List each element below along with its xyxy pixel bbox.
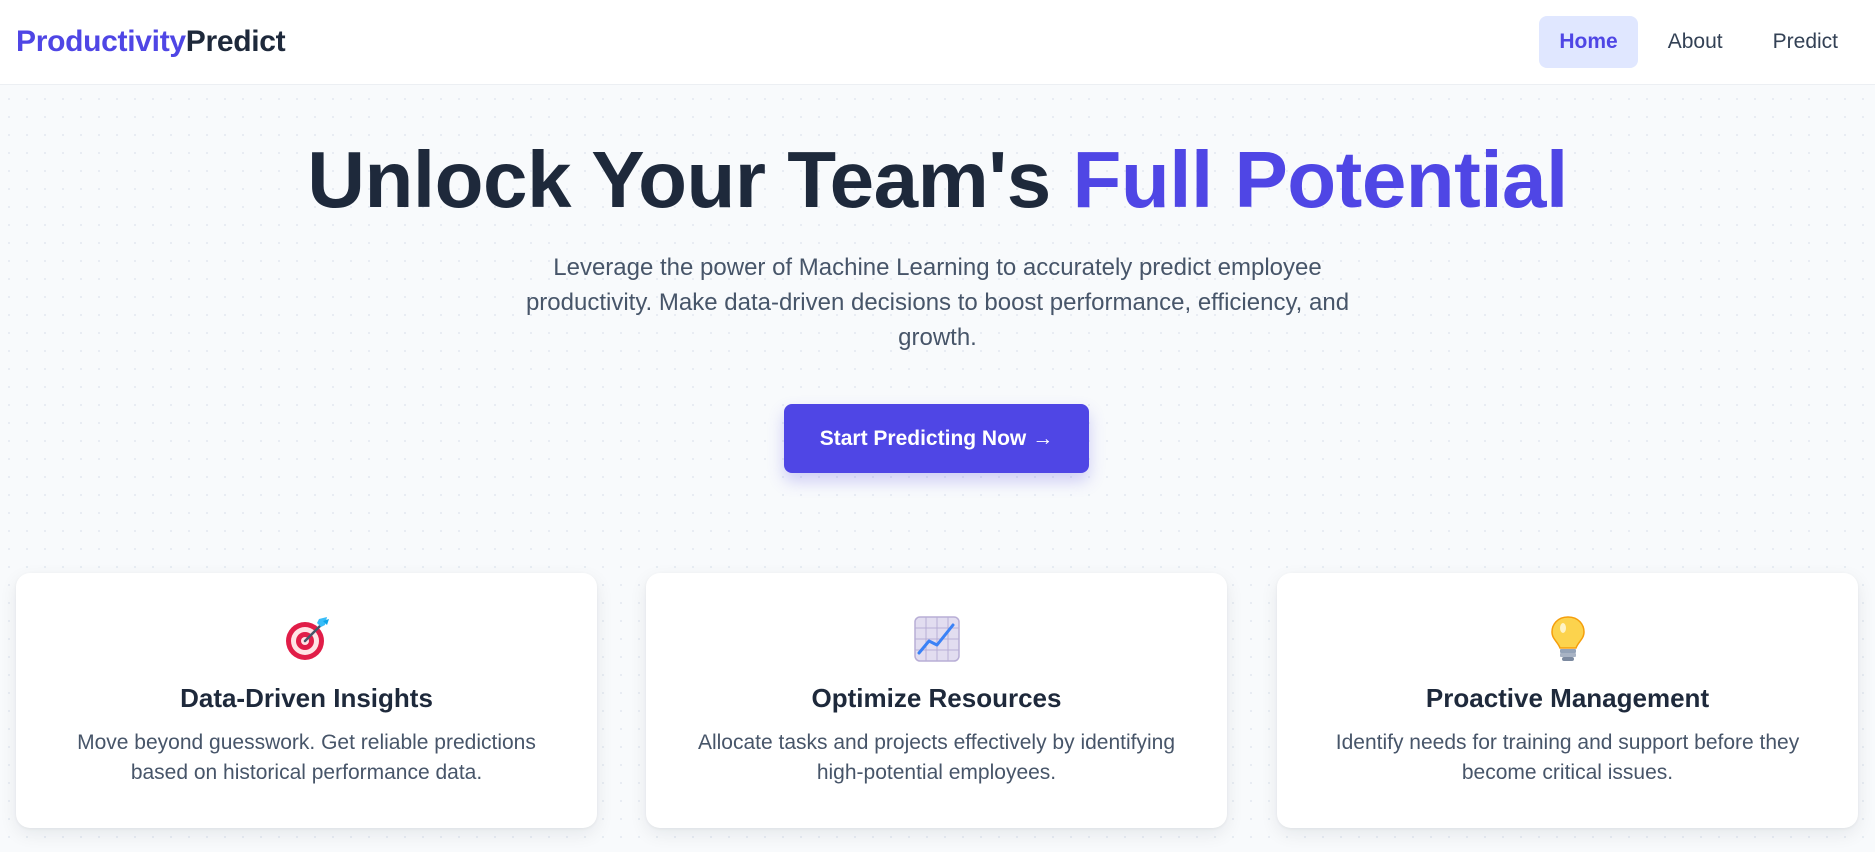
feature-description: Allocate tasks and projects effectively … (697, 731, 1176, 784)
feature-description: Identify needs for training and support … (1335, 731, 1800, 784)
cta-label: Start Predicting Now (819, 426, 1027, 450)
nav-links: Home About Predict (1539, 16, 1858, 68)
feature-card-data-driven-insights: Data-Driven Insights Move beyond guesswo… (16, 573, 597, 828)
target-icon (283, 615, 331, 663)
navbar: ProductivityPredict Home About Predict (0, 0, 1875, 85)
feature-description: Move beyond guesswork. Get reliable pred… (77, 731, 536, 784)
feature-title: Data-Driven Insights (180, 683, 433, 713)
hero-title-accent: Full Potential (1072, 135, 1569, 224)
logo[interactable]: ProductivityPredict (16, 25, 286, 59)
nav-link-about[interactable]: About (1648, 16, 1743, 68)
lightbulb-icon (1544, 615, 1592, 663)
logo-part-predict: Predict (185, 25, 286, 58)
hero-title: Unlock Your Team's Full Potential (0, 136, 1875, 224)
hero-title-main: Unlock Your Team's (307, 135, 1051, 224)
hero-subtitle: Leverage the power of Machine Learning t… (525, 254, 1350, 351)
nav-link-predict[interactable]: Predict (1753, 16, 1858, 68)
nav-link-home[interactable]: Home (1539, 16, 1638, 68)
feature-card-proactive-management: Proactive Management Identify needs for … (1277, 573, 1858, 828)
feature-title: Proactive Management (1425, 683, 1710, 713)
logo-part-productivity: Productivity (16, 25, 186, 58)
arrow-right-icon: → (1032, 426, 1054, 450)
start-predicting-button[interactable]: Start Predicting Now → (784, 404, 1089, 473)
feature-title: Optimize Resources (811, 683, 1062, 713)
chart-increasing-icon (913, 615, 961, 663)
feature-card-optimize-resources: Optimize Resources Allocate tasks and pr… (646, 573, 1227, 828)
